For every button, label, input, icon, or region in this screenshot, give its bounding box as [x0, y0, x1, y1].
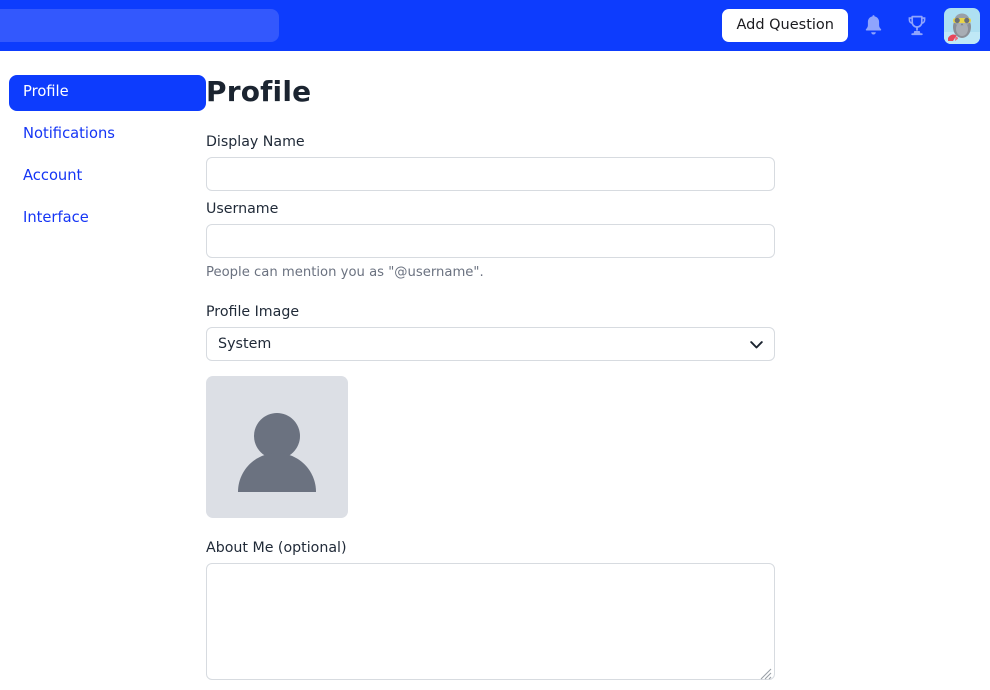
about-me-field-group: About Me (optional) [206, 540, 970, 680]
username-field-group: Username People can mention you as "@use… [206, 201, 970, 280]
add-question-button[interactable]: Add Question [722, 8, 848, 43]
sidebar-item-interface[interactable]: Interface [9, 201, 206, 237]
page-body: Profile Notifications Account Interface … [0, 51, 990, 690]
display-name-field-group: Display Name [206, 134, 970, 191]
display-name-input[interactable] [206, 157, 775, 191]
profile-image-field-group: Profile Image System [206, 304, 970, 518]
sidebar-item-notifications[interactable]: Notifications [9, 117, 206, 153]
profile-image-preview [206, 376, 348, 518]
profile-settings-form: Profile Display Name Username People can… [206, 75, 990, 690]
person-placeholder-icon [206, 413, 348, 522]
user-avatar-owl-icon [944, 7, 980, 44]
trophy-icon [906, 14, 928, 37]
about-me-textarea-wrapper [206, 563, 775, 680]
bell-icon [863, 14, 884, 37]
username-input[interactable] [206, 224, 775, 258]
about-me-textarea[interactable] [206, 563, 775, 680]
brand-placeholder[interactable] [0, 9, 279, 42]
about-me-label: About Me (optional) [206, 540, 347, 556]
settings-sidebar: Profile Notifications Account Interface [0, 75, 206, 243]
username-help-text: People can mention you as "@username". [206, 265, 484, 280]
user-avatar-button[interactable] [944, 7, 980, 44]
page-title: Profile [206, 75, 312, 108]
top-navigation-bar: Add Question [0, 0, 990, 51]
sidebar-item-profile[interactable]: Profile [9, 75, 206, 111]
profile-image-label: Profile Image [206, 304, 300, 320]
profile-image-select-wrapper: System [206, 327, 775, 361]
achievements-button[interactable] [898, 7, 936, 45]
profile-image-select[interactable]: System [206, 327, 775, 361]
display-name-label: Display Name [206, 134, 305, 150]
sidebar-item-account[interactable]: Account [9, 159, 206, 195]
notifications-button[interactable] [854, 7, 892, 45]
username-label: Username [206, 201, 279, 217]
